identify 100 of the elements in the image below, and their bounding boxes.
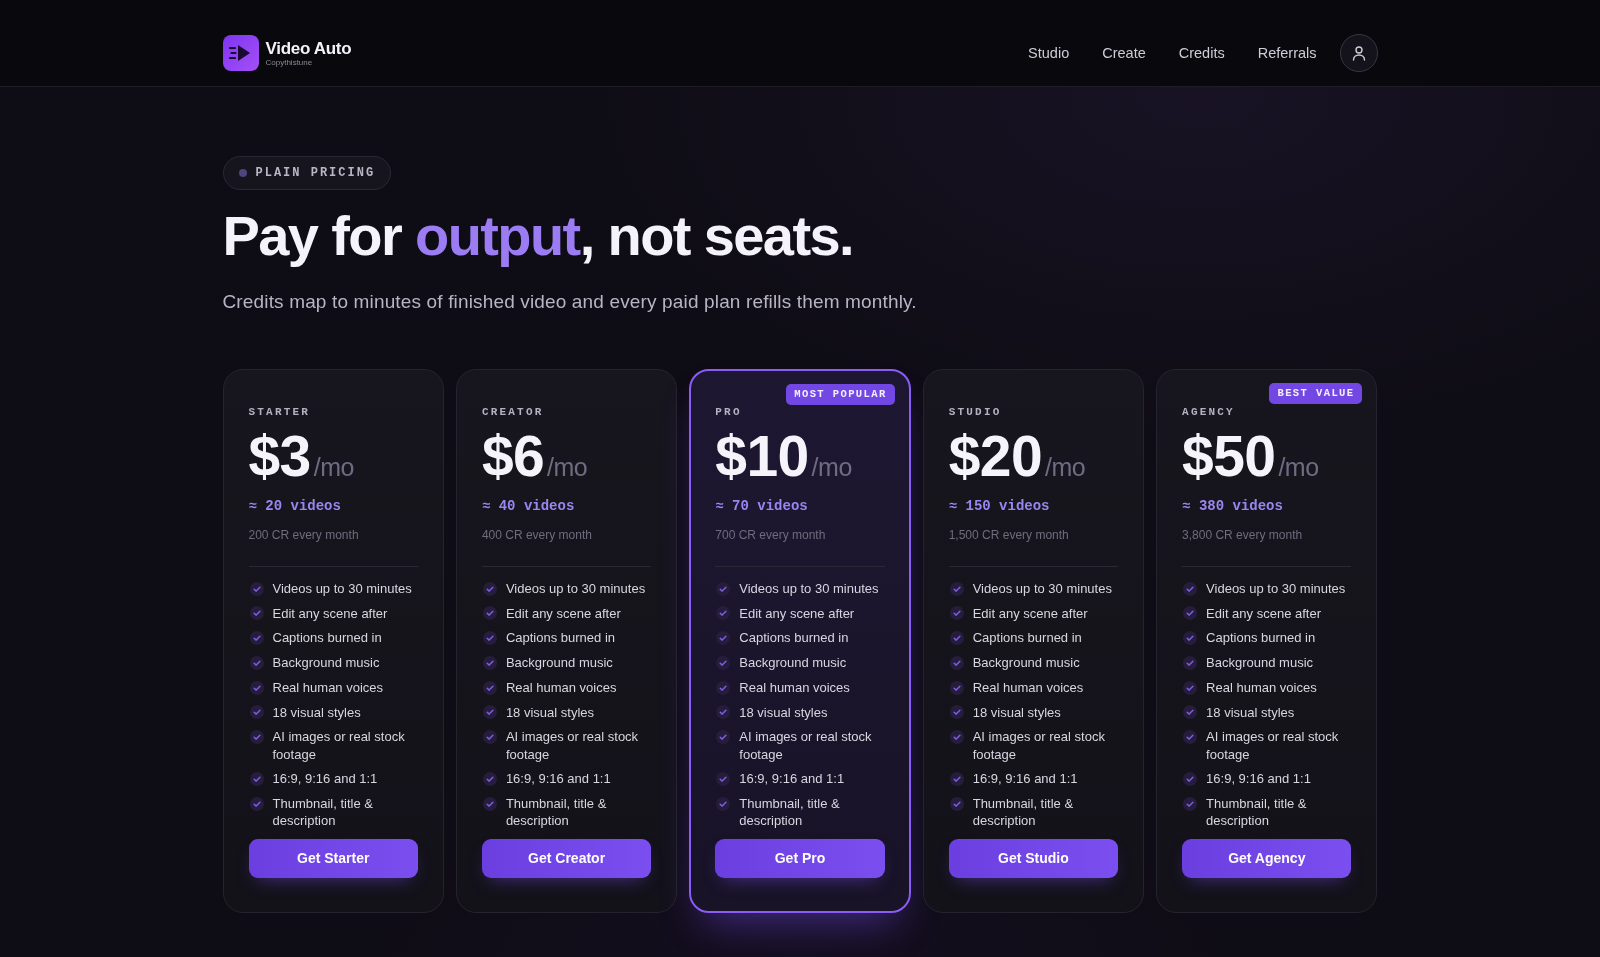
feature-text: Videos up to 30 minutes	[272, 580, 412, 598]
eyebrow-text: PLAIN PRICING	[255, 166, 376, 180]
feature-text: Background music	[1206, 654, 1314, 672]
check-icon	[482, 705, 497, 720]
plan-price: $3	[248, 428, 311, 484]
feature-text: 18 visual styles	[739, 703, 828, 721]
plan-button[interactable]: Get Pro	[715, 838, 885, 878]
feature-text: Edit any scene after	[739, 604, 855, 623]
feature-text: Captions burned in	[1206, 629, 1316, 647]
plan-button[interactable]: Get Agency	[1182, 838, 1352, 878]
feature-text: 16:9, 9:16 and 1:1	[272, 770, 378, 788]
person-icon	[1350, 45, 1367, 61]
feature-text: Thumbnail, title & description	[739, 795, 841, 830]
check-icon	[249, 796, 264, 811]
feature-text: Thumbnail, title & description	[272, 795, 374, 830]
feature-text: AI images or real stock footage	[1206, 728, 1340, 764]
plan-button[interactable]: Get Creator	[481, 838, 652, 878]
video-estimate: ≈ 380 videos	[1182, 497, 1284, 515]
check-icon	[949, 796, 964, 811]
feature-text: Thumbnail, title & description	[1206, 795, 1308, 830]
nav-link[interactable]: Credits	[1178, 45, 1225, 61]
page-subtitle: Credits map to minutes of finished video and every paid plan refills them monthly.	[222, 290, 917, 314]
nav-link[interactable]: Studio	[1028, 45, 1070, 61]
plan-price: $10	[715, 428, 809, 484]
check-icon	[482, 772, 497, 786]
feature-text: AI images or real stock footage	[272, 728, 406, 764]
feature-text: Real human voices	[972, 678, 1084, 697]
check-icon	[949, 631, 964, 646]
check-icon	[249, 655, 264, 670]
check-icon	[482, 796, 497, 811]
plan-button[interactable]: Get Studio	[948, 838, 1119, 878]
page-heading: Pay for output, not seats.	[222, 205, 853, 267]
feature-text: Thumbnail, title & description	[972, 795, 1075, 830]
feature-text: AI images or real stock footage	[972, 728, 1106, 764]
check-icon	[949, 772, 964, 786]
price-period: /mo	[1045, 453, 1086, 481]
brand-tagline: Copythistune	[265, 57, 314, 67]
feature-text: Background music	[505, 654, 613, 672]
plan-name: STUDIO	[948, 405, 1003, 419]
check-icon	[716, 680, 731, 695]
feature-text: Background music	[272, 654, 380, 672]
plan-badge: BEST VALUE	[1269, 383, 1363, 404]
plan-button[interactable]: Get Starter	[248, 838, 418, 878]
check-icon	[949, 581, 964, 596]
feature-text: Edit any scene after	[1206, 604, 1321, 623]
feature-text: Captions burned in	[972, 629, 1082, 647]
plan-price: $50	[1182, 428, 1276, 484]
feature-text: Background music	[972, 654, 1080, 672]
plan-name: STARTER	[248, 405, 312, 419]
feature-text: Edit any scene after	[272, 604, 388, 623]
plan-price: $6	[481, 428, 545, 484]
feature-text: AI images or real stock footage	[739, 728, 873, 764]
check-icon	[949, 606, 964, 621]
plan-name: AGENCY	[1182, 405, 1236, 419]
dot-icon	[238, 169, 247, 177]
price-period: /mo	[547, 453, 588, 481]
check-icon	[482, 581, 497, 596]
nav-link[interactable]: Referrals	[1257, 45, 1317, 61]
feature-text: Background music	[739, 654, 847, 672]
price-period: /mo	[811, 453, 852, 481]
video-estimate: ≈ 40 videos	[481, 497, 576, 515]
feature-text: 18 visual styles	[272, 703, 361, 721]
feature-text: Real human voices	[505, 678, 617, 697]
check-icon	[949, 655, 964, 670]
brand-name: Video Auto	[265, 39, 352, 58]
price-period: /mo	[313, 453, 354, 481]
check-icon	[249, 631, 264, 646]
check-icon	[716, 772, 731, 786]
plan-name: PRO	[715, 405, 743, 419]
feature-text: 18 visual styles	[505, 703, 595, 721]
check-icon	[1183, 796, 1198, 811]
feature-text: Real human voices	[272, 678, 384, 697]
check-icon	[949, 680, 964, 695]
feature-text: Edit any scene after	[972, 604, 1088, 623]
feature-text: 18 visual styles	[972, 703, 1061, 721]
check-icon	[716, 631, 731, 646]
credit-allowance: 3,800 CR every month	[1182, 527, 1304, 543]
feature-text: Edit any scene after	[505, 604, 621, 623]
credit-allowance: 400 CR every month	[481, 527, 593, 543]
logo-icon	[222, 35, 259, 71]
check-icon	[249, 772, 264, 786]
check-icon	[1183, 705, 1198, 720]
check-icon	[1183, 680, 1198, 695]
check-icon	[716, 796, 731, 811]
check-icon	[482, 606, 497, 621]
feature-text: 16:9, 9:16 and 1:1	[739, 770, 845, 788]
feature-text: Videos up to 30 minutes	[505, 580, 646, 598]
plan-name: CREATOR	[481, 405, 545, 419]
feature-text: Captions burned in	[739, 629, 849, 647]
check-icon	[1183, 729, 1198, 744]
account-button[interactable]	[1339, 34, 1378, 72]
check-icon	[1183, 606, 1198, 621]
feature-text: Captions burned in	[272, 629, 382, 647]
nav-link[interactable]: Create	[1102, 45, 1146, 61]
check-icon	[716, 705, 731, 720]
check-icon	[1183, 772, 1198, 786]
check-icon	[249, 705, 264, 720]
plan-badge: MOST POPULAR	[786, 384, 895, 405]
feature-text: 16:9, 9:16 and 1:1	[972, 770, 1078, 788]
check-icon	[482, 631, 497, 646]
